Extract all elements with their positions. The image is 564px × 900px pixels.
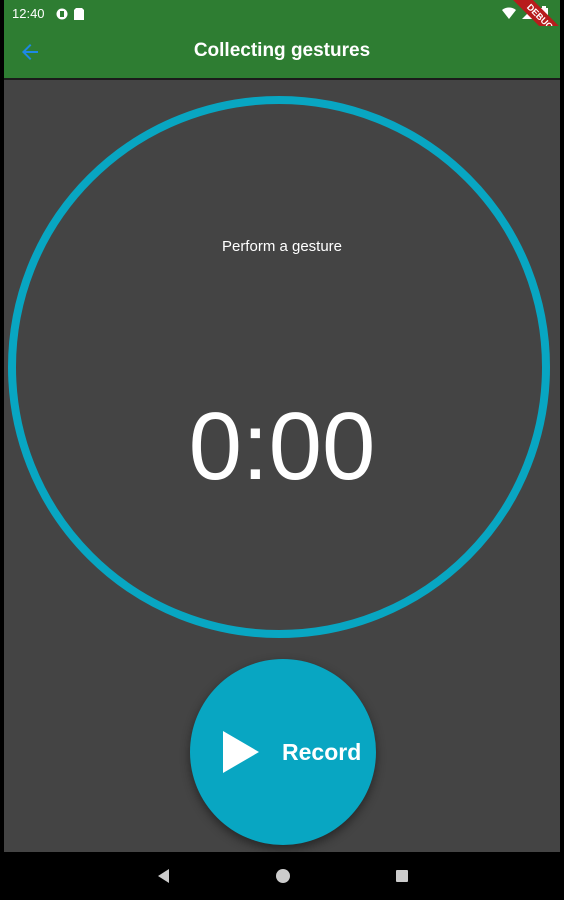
- nav-back-button[interactable]: [154, 866, 174, 886]
- status-bar: 12:40 DEBUG: [4, 0, 560, 56]
- wifi-icon: [502, 6, 516, 24]
- timer-display: 0:00: [188, 393, 376, 500]
- sim-card-icon: [74, 7, 84, 25]
- page-title: Collecting gestures: [193, 40, 371, 61]
- back-triangle-icon: [158, 869, 169, 883]
- cast-icon: [56, 7, 68, 25]
- status-time: 12:40: [12, 6, 45, 21]
- status-left-icons: [56, 7, 84, 25]
- recents-square-icon: [396, 870, 408, 882]
- gesture-prompt: Perform a gesture: [221, 238, 343, 255]
- record-label: Record: [282, 739, 362, 765]
- nav-home-button[interactable]: [273, 866, 293, 886]
- app-screen: 12:40 DEBUG Collecting gestures Perform …: [4, 0, 560, 900]
- record-button[interactable]: Record: [190, 659, 376, 845]
- play-icon: [223, 731, 259, 773]
- navigation-bar: [4, 852, 560, 900]
- home-circle-icon: [276, 869, 290, 883]
- timer-ring: [8, 96, 550, 638]
- app-bar: Collecting gestures: [4, 26, 560, 80]
- nav-recents-button[interactable]: [392, 866, 412, 886]
